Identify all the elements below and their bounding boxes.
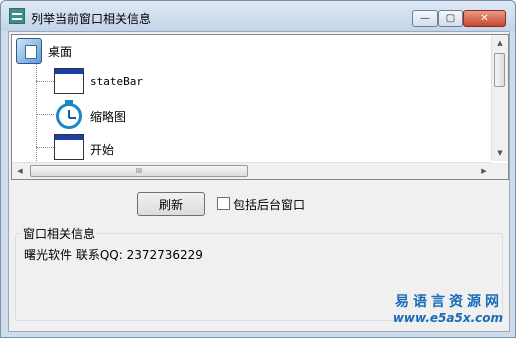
window-icon bbox=[54, 134, 84, 160]
watermark-title: 易语言资源网 bbox=[395, 294, 503, 310]
tree-node-label: 桌面 bbox=[48, 45, 73, 59]
maximize-button[interactable]: ▢ bbox=[438, 10, 463, 27]
tree-node-start[interactable]: 开始 bbox=[12, 133, 212, 163]
tree-node-desktop[interactable]: 桌面 bbox=[12, 35, 212, 65]
horizontal-scrollbar[interactable]: ◀ III ▶ bbox=[12, 162, 492, 179]
include-background-checkbox[interactable] bbox=[217, 197, 230, 210]
tree-node-label: 开始 bbox=[90, 143, 115, 157]
main-window: 列举当前窗口相关信息 — ▢ ✕ 桌面 stateBar 缩略图 开始 ▲ ▼ … bbox=[0, 0, 516, 338]
minimize-button[interactable]: — bbox=[412, 10, 438, 27]
info-group-title: 窗口相关信息 bbox=[21, 225, 98, 242]
scroll-down-arrow-icon[interactable]: ▼ bbox=[492, 145, 508, 161]
stopwatch-icon bbox=[56, 103, 82, 129]
tree-node-label: stateBar bbox=[90, 75, 143, 88]
title-bar[interactable]: 列举当前窗口相关信息 — ▢ ✕ bbox=[1, 1, 515, 31]
tree-node-thumbnail[interactable]: 缩略图 bbox=[12, 99, 212, 131]
vertical-scrollbar[interactable]: ▲ ▼ bbox=[491, 35, 508, 161]
watermark-logo: 易语言资源网 www.e5a5x.com bbox=[393, 291, 503, 325]
refresh-button[interactable]: 刷新 bbox=[137, 192, 205, 216]
app-icon bbox=[9, 8, 25, 24]
scroll-left-arrow-icon[interactable]: ◀ bbox=[12, 163, 28, 179]
scrollbar-corner bbox=[492, 163, 508, 179]
info-text: 曙光软件 联系QQ: 2372736229 bbox=[24, 248, 203, 262]
tree-node-statebar[interactable]: stateBar bbox=[12, 67, 212, 97]
scroll-up-arrow-icon[interactable]: ▲ bbox=[492, 35, 508, 51]
vertical-scroll-thumb[interactable] bbox=[494, 53, 505, 87]
close-button[interactable]: ✕ bbox=[463, 10, 506, 27]
tree-node-label: 缩略图 bbox=[90, 110, 127, 124]
desktop-icon bbox=[16, 38, 42, 64]
scroll-right-arrow-icon[interactable]: ▶ bbox=[476, 163, 492, 179]
horizontal-scroll-thumb[interactable]: III bbox=[30, 165, 248, 177]
window-icon bbox=[54, 68, 84, 94]
client-area: 桌面 stateBar 缩略图 开始 ▲ ▼ ◀ III ▶ 刷新 包括后台窗口… bbox=[8, 31, 510, 332]
window-tree[interactable]: 桌面 stateBar 缩略图 开始 ▲ ▼ ◀ III ▶ bbox=[11, 34, 509, 180]
window-title: 列举当前窗口相关信息 bbox=[31, 12, 152, 26]
include-background-label[interactable]: 包括后台窗口 bbox=[233, 196, 305, 213]
watermark-url: www.e5a5x.com bbox=[392, 311, 503, 325]
